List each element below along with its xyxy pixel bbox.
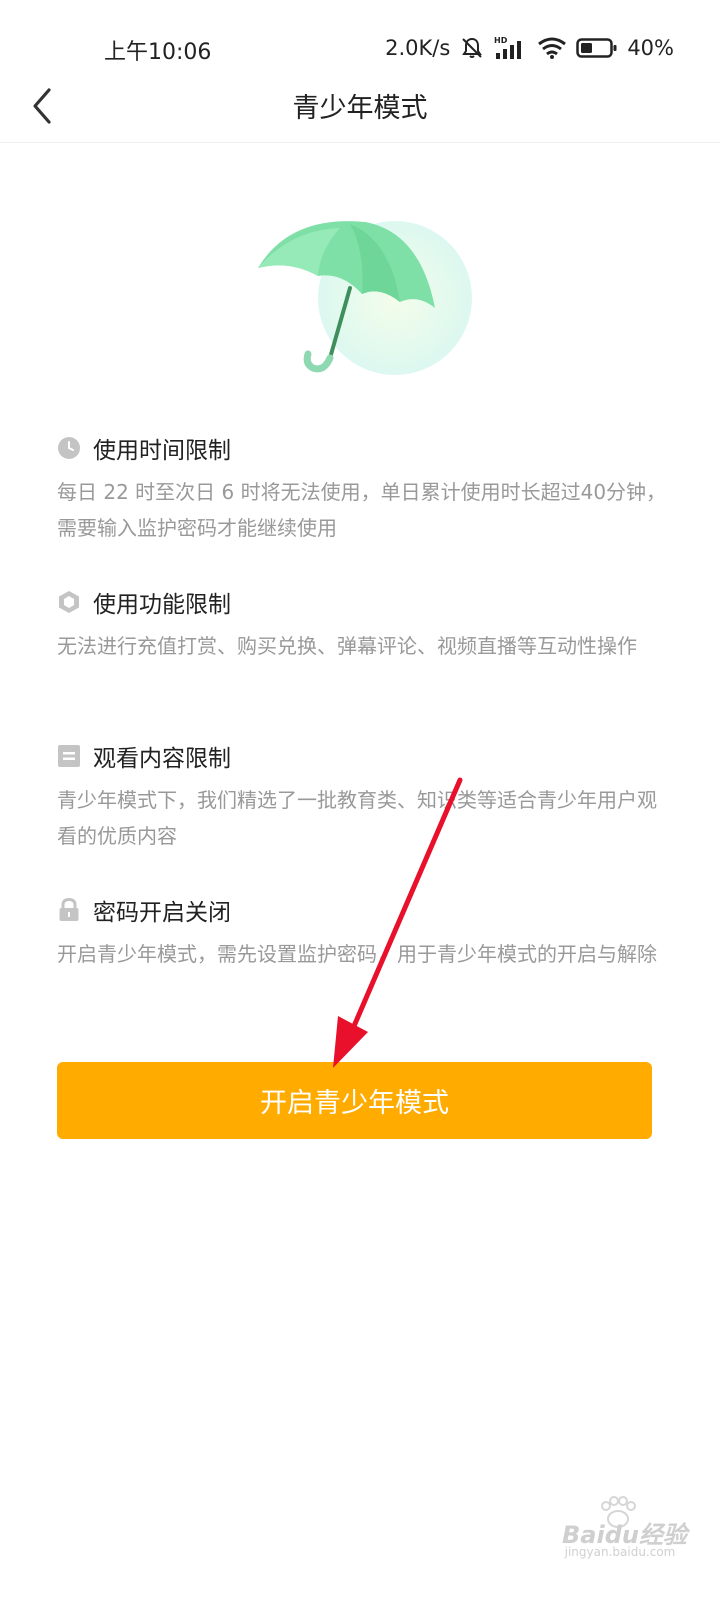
section-content-limit: 观看内容限制 青少年模式下，我们精选了一批教育类、知识类等适合青少年用户观看的优… xyxy=(57,738,667,854)
mute-bell-icon xyxy=(459,35,485,61)
section-time-limit: 使用时间限制 每日 22 时至次日 6 时将无法使用，单日累计使用时长超过40分… xyxy=(57,430,667,546)
baidu-watermark: Baidu经验 jingyan.baidu.com xyxy=(540,1493,700,1573)
section-title: 使用功能限制 xyxy=(93,592,231,618)
svg-text:HD: HD xyxy=(494,36,508,45)
section-title: 密码开启关闭 xyxy=(93,900,231,926)
watermark-url: jingyan.baidu.com xyxy=(564,1545,676,1559)
hexagon-icon xyxy=(57,590,81,614)
umbrella-illustration xyxy=(250,210,480,390)
section-desc: 每日 22 时至次日 6 时将无法使用，单日累计使用时长超过40分钟，需要输入监… xyxy=(57,480,667,540)
section-title: 使用时间限制 xyxy=(93,438,231,464)
battery-icon xyxy=(576,37,618,59)
content-icon xyxy=(57,744,81,768)
hd-signal-icon: HD xyxy=(494,35,528,61)
section-desc: 青少年模式下，我们精选了一批教育类、知识类等适合青少年用户观看的优质内容 xyxy=(57,788,657,848)
wifi-icon xyxy=(537,36,567,60)
enable-youth-mode-button[interactable]: 开启青少年模式 xyxy=(57,1062,652,1139)
section-desc: 无法进行充值打赏、购买兑换、弹幕评论、视频直播等互动性操作 xyxy=(57,634,637,658)
lock-icon xyxy=(57,898,81,922)
section-password: 密码开启关闭 开启青少年模式，需先设置监护密码，用于青少年模式的开启与解除 xyxy=(57,892,667,972)
network-speed: 2.0K/s xyxy=(385,36,451,60)
section-title: 观看内容限制 xyxy=(93,746,231,772)
status-bar: 上午10:06 2.0K/s HD 40% xyxy=(0,0,720,96)
section-function-limit: 使用功能限制 无法进行充值打赏、购买兑换、弹幕评论、视频直播等互动性操作 xyxy=(57,584,667,664)
page-title: 青少年模式 xyxy=(292,93,428,124)
status-time: 上午10:06 xyxy=(104,40,212,65)
status-indicators: 2.0K/s HD 40% xyxy=(385,32,674,64)
section-desc: 开启青少年模式，需先设置监护密码，用于青少年模式的开启与解除 xyxy=(57,942,657,966)
nav-bar: 青少年模式 xyxy=(0,88,720,143)
battery-level: 40% xyxy=(627,36,674,60)
clock-icon xyxy=(57,436,81,460)
